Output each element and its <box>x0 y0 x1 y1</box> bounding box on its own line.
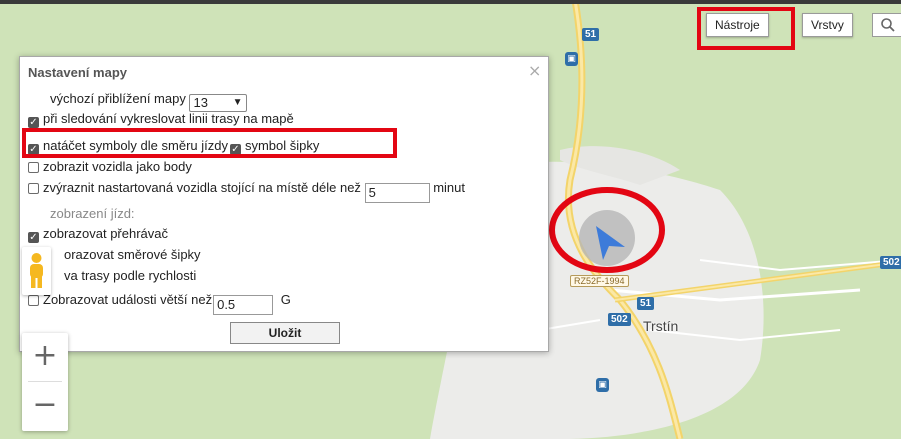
highlight-idle-checkbox[interactable] <box>28 183 39 194</box>
save-button[interactable]: Uložit <box>230 322 340 344</box>
highlight-tools-box <box>697 7 795 50</box>
bus-stop-icon[interactable]: ▣ <box>596 378 609 392</box>
search-icon <box>881 18 895 32</box>
highlight-idle-label: zvýraznit nastartovaná vozidla stojící n… <box>43 180 361 195</box>
section-label: zobrazení jízd: <box>50 206 135 221</box>
option-route-line[interactable]: ✓ při sledování vykreslovat linii trasy n… <box>28 110 294 128</box>
road-shield: 502 <box>608 313 631 326</box>
option-events-threshold[interactable]: Zobrazovat události větší než 0.5 G <box>28 291 291 315</box>
road-shield: 51 <box>582 28 600 41</box>
direction-arrows-label: orazovat směrové šipky <box>64 247 201 262</box>
option-vehicles-as-points[interactable]: zobrazit vozidla jako body <box>28 158 192 176</box>
idle-minutes-input[interactable]: 5 <box>364 183 430 203</box>
search-box[interactable] <box>872 13 901 37</box>
road-shield: 502 <box>880 256 901 269</box>
chevron-down-icon: ▼ <box>232 97 243 108</box>
events-threshold-label: Zobrazovat události větší než <box>43 292 213 307</box>
layers-button[interactable]: Vrstvy <box>802 13 853 37</box>
option-show-player[interactable]: ✓ zobrazovat přehrávač <box>28 225 168 243</box>
show-player-checkbox[interactable]: ✓ <box>28 232 39 243</box>
zoom-control: + − <box>22 333 68 431</box>
town-label: Trstín <box>643 318 679 334</box>
zoom-in-button[interactable]: + <box>22 333 68 381</box>
vehicles-points-label: zobrazit vozidla jako body <box>43 159 192 174</box>
route-line-label: při sledování vykreslovat linii trasy na… <box>43 111 294 126</box>
events-threshold-checkbox[interactable] <box>28 295 39 306</box>
bus-stop-icon[interactable]: ▣ <box>565 52 578 66</box>
events-threshold-input[interactable]: 0.5 <box>213 295 274 315</box>
vehicle-plate-label: RZ52F-1994 <box>570 275 629 287</box>
option-direction-arrows[interactable]: orazovat směrové šipky <box>64 246 201 264</box>
map-settings-panel: Nastavení mapy × výchozí přiblížení mapy… <box>19 56 549 352</box>
zoom-setting-label: výchozí přiblížení mapy <box>50 91 186 106</box>
close-icon[interactable]: × <box>528 61 541 80</box>
option-highlight-idle[interactable]: zvýraznit nastartovaná vozidla stojící n… <box>28 179 465 203</box>
show-player-label: zobrazovat přehrávač <box>43 226 169 241</box>
route-line-checkbox[interactable]: ✓ <box>28 117 39 128</box>
route-color-speed-label: va trasy podle rychlosti <box>64 268 197 283</box>
highlight-rotate-box <box>22 128 397 158</box>
zoom-setting-row: výchozí přiblížení mapy 13 ▼ <box>50 90 248 112</box>
idle-minutes-unit: minut <box>433 180 465 195</box>
vehicles-points-checkbox[interactable] <box>28 162 39 173</box>
option-route-color-speed[interactable]: va trasy podle rychlosti <box>64 267 196 285</box>
street-view-pegman[interactable] <box>22 247 51 295</box>
events-threshold-unit: G <box>280 292 291 307</box>
pegman-icon <box>30 253 43 288</box>
zoom-select-value: 13 <box>193 95 208 110</box>
zoom-out-button[interactable]: − <box>22 382 68 430</box>
panel-title: Nastavení mapy <box>28 65 127 80</box>
top-border <box>0 0 901 4</box>
road-shield: 51 <box>637 297 655 310</box>
